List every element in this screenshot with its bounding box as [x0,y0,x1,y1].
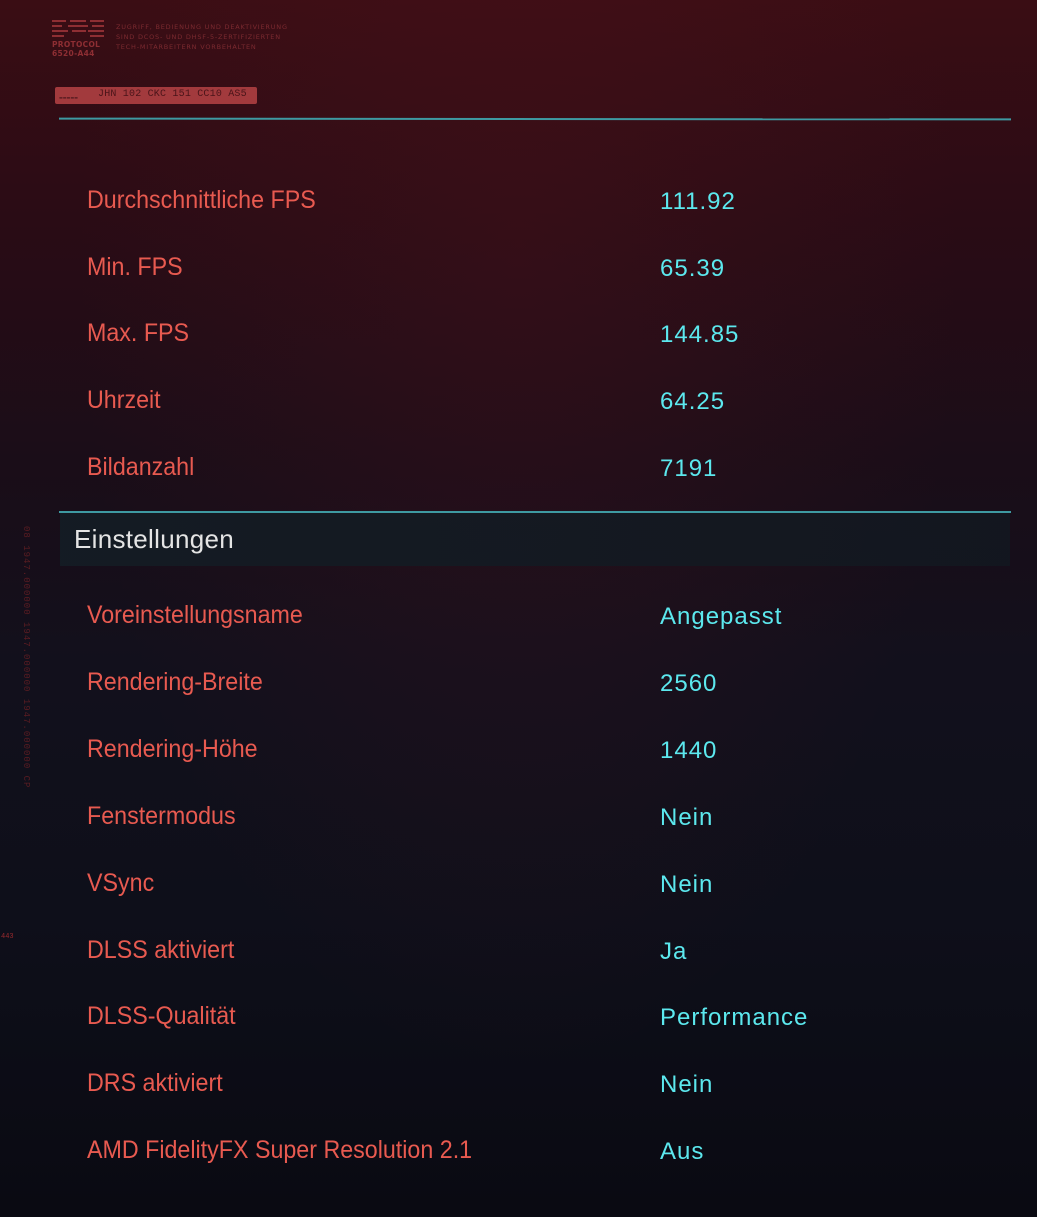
setting-label: Rendering-Höhe [87,735,258,763]
setting-value: Nein [660,1071,714,1098]
settings-section-header: Einstellungen [60,513,1010,566]
logo-bars-icon [52,19,104,39]
stat-row-min-fps: Min. FPS 65.39 [60,247,1010,287]
tag-small-print-icon: ▬▬▬▬▬ [59,95,78,100]
setting-label: DLSS-Qualität [87,1002,236,1030]
setting-value: Performance [660,1004,809,1031]
notice-line-1: ZUGRIFF, BEDIENUNG UND DEAKTIVIERUNG [116,23,288,31]
access-notice: ZUGRIFF, BEDIENUNG UND DEAKTIVIERUNG SIN… [116,22,316,52]
setting-label: Fenstermodus [87,802,236,830]
side-code-text: 08 1947.000000 1947.000000 1947.000000 C… [21,526,31,789]
setting-label: Voreinstellungsname [87,601,303,629]
setting-value: 1440 [660,737,718,764]
notice-line-2: SIND DCOS- UND DHSF-5-ZERTIFIZIERTEN [116,33,281,41]
protocol-logo: PROTOCOL 6520-A44 [52,19,104,59]
stat-label: Min. FPS [87,253,183,281]
logo-word-1: PROTOCOL [52,40,101,49]
stat-value: 64.25 [660,388,726,415]
tag-code: JHN 102 CKC 151 CC10 AS5 [98,89,247,100]
logo-word-2: 6520-A44 [52,49,95,58]
notice-line-3: TECH-MITARBEITERN VORBEHALTEN [116,43,257,51]
setting-value: Angepasst [660,603,783,630]
setting-label: DRS aktiviert [87,1069,223,1097]
stat-label: Uhrzeit [87,386,161,414]
setting-label: DLSS aktiviert [87,936,235,964]
section-title: Einstellungen [74,524,235,554]
side-vertical-code: 08 1947.000000 1947.000000 1947.000000 C… [20,526,34,826]
setting-row-drs-enabled: DRS aktiviert Nein [60,1063,1010,1103]
setting-value: Nein [660,871,714,898]
setting-label: VSync [87,869,155,897]
setting-value: Ja [660,938,688,965]
setting-row-render-height: Rendering-Höhe 1440 [60,729,1010,769]
stat-value: 111.92 [660,188,736,215]
setting-value: 2560 [660,670,718,697]
stat-label: Bildanzahl [87,453,195,481]
stat-label: Durchschnittliche FPS [87,186,316,214]
setting-row-dlss-quality: DLSS-Qualität Performance [60,996,1010,1036]
stat-value: 7191 [660,455,718,482]
side-number: 443 [1,933,14,941]
stat-row-avg-fps: Durchschnittliche FPS 111.92 [60,180,1010,220]
id-tag: ▬▬▬▬▬ JHN 102 CKC 151 CC10 AS5 [55,87,257,104]
stat-label: Max. FPS [87,319,190,347]
setting-row-preset: Voreinstellungsname Angepasst [60,595,1010,635]
setting-row-dlss-enabled: DLSS aktiviert Ja [60,930,1010,970]
stat-row-time: Uhrzeit 64.25 [60,380,1010,420]
stat-row-max-fps: Max. FPS 144.85 [60,313,1010,353]
stat-value: 144.85 [660,321,740,348]
logo-text: PROTOCOL 6520-A44 [52,40,100,58]
setting-row-fsr: AMD FidelityFX Super Resolution 2.1 Aus [60,1130,1010,1170]
top-divider [59,117,1011,121]
stat-value: 65.39 [660,255,726,282]
setting-value: Nein [660,804,714,831]
setting-label: Rendering-Breite [87,668,263,696]
setting-row-vsync: VSync Nein [60,863,1010,903]
setting-row-window-mode: Fenstermodus Nein [60,796,1010,836]
setting-label: AMD FidelityFX Super Resolution 2.1 [87,1136,473,1164]
stat-row-frame-count: Bildanzahl 7191 [60,447,1010,487]
setting-value: Aus [660,1138,705,1165]
setting-row-render-width: Rendering-Breite 2560 [60,662,1010,702]
